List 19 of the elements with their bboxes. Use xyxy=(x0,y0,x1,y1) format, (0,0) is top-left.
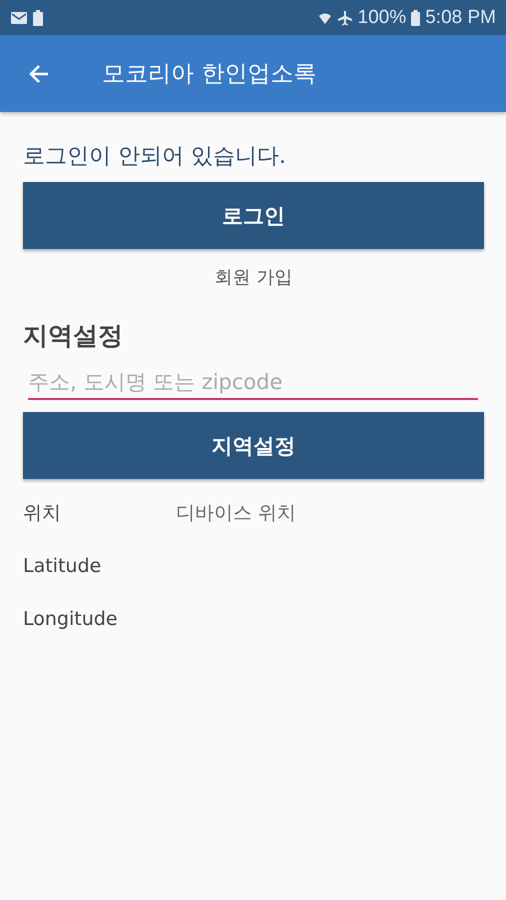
region-heading: 지역설정 xyxy=(23,320,124,352)
region-set-button[interactable]: 지역설정 xyxy=(23,412,484,479)
clock: 5:08 PM xyxy=(425,6,496,28)
airplane-icon xyxy=(336,10,353,26)
back-arrow-icon[interactable] xyxy=(28,62,50,84)
login-status-text: 로그인이 안되어 있습니다. xyxy=(23,143,287,171)
info-label: Latitude xyxy=(23,554,102,579)
signup-link[interactable]: 회원 가입 xyxy=(214,267,292,288)
login-button[interactable]: 로그인 xyxy=(23,182,484,249)
mail-icon xyxy=(10,10,28,24)
battery-icon xyxy=(33,10,43,26)
battery-icon xyxy=(411,10,420,26)
wifi-icon xyxy=(318,10,332,24)
info-value: 디바이스 위치 xyxy=(176,501,296,526)
address-search-field[interactable]: 주소, 도시명 또는 zipcode xyxy=(28,366,478,400)
app-title: 모코리아 한인업소록 xyxy=(102,60,316,89)
battery-percent: 100% xyxy=(358,6,406,28)
info-label: 위치 xyxy=(23,501,62,526)
info-label: Longitude xyxy=(23,607,118,632)
